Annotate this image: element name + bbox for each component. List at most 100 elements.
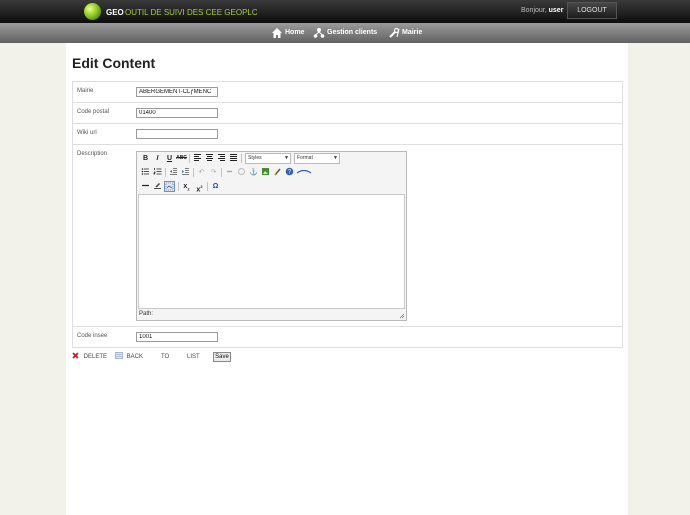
toolbar-divider <box>241 154 242 163</box>
html-source-button[interactable] <box>296 167 312 178</box>
toolbar-divider <box>165 168 166 177</box>
tools-icon <box>389 27 400 38</box>
horizontal-rule-icon <box>142 184 149 187</box>
delete-label: DELETE <box>83 354 108 360</box>
save-button[interactable]: Save <box>213 352 231 362</box>
code-insee-label: Code insee <box>77 333 108 339</box>
editor-toolbar-row-3: x2 x2 Ω <box>138 181 406 194</box>
toolbar-divider <box>189 154 190 163</box>
help-icon: ? <box>285 167 294 176</box>
page-title: Edit Content <box>72 55 156 71</box>
dropdown-arrow-icon: ▼ <box>284 155 289 161</box>
logout-button[interactable]: LOGOUT <box>567 2 617 19</box>
greeting-prefix: Bonjour, <box>521 7 547 14</box>
back-to-list-link[interactable]: BACK <box>115 352 143 362</box>
image-icon <box>262 168 269 175</box>
editor-content-area[interactable] <box>138 194 405 309</box>
top-header: GEO OUTIL DE SUIVI DES CEE GEOPLC Bonjou… <box>0 0 690 23</box>
home-icon <box>272 28 282 38</box>
code-insee-input[interactable] <box>136 332 218 342</box>
align-left-icon <box>194 154 201 161</box>
link-icon <box>227 170 232 173</box>
list-label: LIST <box>187 354 200 360</box>
nav-label-mairie: Mairie <box>402 29 423 36</box>
main-nav: Home Gestion clients Mairie <box>0 23 690 43</box>
align-center-button[interactable] <box>204 153 215 164</box>
align-right-button[interactable] <box>216 153 227 164</box>
undo-button[interactable]: ↶ <box>196 167 207 178</box>
italic-button[interactable]: I <box>152 153 163 164</box>
unlink-button[interactable] <box>236 167 247 178</box>
format-select-label: Format <box>297 155 313 161</box>
back-label: BACK <box>126 354 144 360</box>
bullet-list-icon <box>141 168 149 175</box>
edit-form: Mairie Code postal Wiki url Description … <box>72 81 623 348</box>
logo-icon <box>84 3 101 20</box>
horizontal-rule-button[interactable] <box>140 181 151 192</box>
indent-icon <box>182 168 189 175</box>
anchor-icon: ⚓ <box>249 169 258 176</box>
brand-name: GEO <box>106 8 124 17</box>
code-postal-input[interactable] <box>136 108 218 118</box>
strikethrough-button[interactable]: ABC <box>176 153 187 164</box>
editor-path-label: Path: <box>139 311 154 317</box>
html-source-icon <box>296 169 312 174</box>
visual-aid-icon <box>165 182 174 191</box>
redo-button[interactable]: ↷ <box>208 167 219 178</box>
subscript-button[interactable]: x2 <box>181 181 192 192</box>
remove-format-button[interactable] <box>152 181 163 192</box>
numbered-list-button[interactable] <box>152 167 163 178</box>
bold-button[interactable]: B <box>140 153 151 164</box>
help-button[interactable]: ? <box>284 167 295 178</box>
rich-text-editor: B I U ABC Styles ▼ Format ▼ ↶ ↷ ⚓ ? x2 x… <box>136 151 407 321</box>
link-button[interactable] <box>224 167 235 178</box>
outdent-icon <box>170 168 177 175</box>
resize-handle-icon[interactable] <box>399 313 405 319</box>
form-row-mairie: Mairie <box>73 82 622 103</box>
editor-toolbar-row-1: B I U ABC Styles ▼ Format ▼ <box>138 153 406 166</box>
align-justify-icon <box>230 154 237 161</box>
toolbar-divider <box>193 168 194 177</box>
outdent-button[interactable] <box>168 167 179 178</box>
brush-icon <box>274 168 281 176</box>
delete-icon <box>72 352 79 359</box>
code-postal-label: Code postal <box>77 109 110 115</box>
unlink-icon <box>238 168 245 175</box>
align-center-icon <box>206 154 213 161</box>
styles-select[interactable]: Styles ▼ <box>245 153 291 164</box>
form-row-code-insee: Code insee <box>73 327 622 347</box>
wiki-url-label: Wiki url <box>77 130 97 136</box>
nav-label-gestion-clients: Gestion clients <box>327 29 378 36</box>
format-select[interactable]: Format ▼ <box>294 153 340 164</box>
justify-button[interactable] <box>228 153 239 164</box>
form-row-description: Description B I U ABC Styles ▼ Format ▼ … <box>73 145 622 327</box>
users-icon <box>313 28 325 38</box>
numbered-list-icon <box>153 168 162 175</box>
omega-icon: Ω <box>212 183 219 190</box>
form-row-code-postal: Code postal <box>73 103 622 124</box>
form-row-wiki-url: Wiki url <box>73 124 622 145</box>
mairie-label: Mairie <box>77 88 94 94</box>
toolbar-divider <box>207 182 208 191</box>
underline-button[interactable]: U <box>164 153 175 164</box>
visual-aid-button[interactable] <box>164 181 175 192</box>
indent-button[interactable] <box>180 167 191 178</box>
special-char-button[interactable]: Ω <box>210 181 221 192</box>
toolbar-divider <box>221 168 222 177</box>
wiki-url-input[interactable] <box>136 129 218 139</box>
eraser-icon <box>154 182 161 189</box>
user-greeting: Bonjour, user <box>521 7 563 14</box>
align-left-button[interactable] <box>192 153 203 164</box>
bullet-list-button[interactable] <box>140 167 151 178</box>
styles-select-label: Styles <box>248 155 262 161</box>
align-right-icon <box>218 154 225 161</box>
to-label: TO <box>161 354 170 360</box>
cleanup-button[interactable] <box>272 167 283 178</box>
superscript-button[interactable]: x2 <box>194 181 205 193</box>
list-icon <box>115 352 123 359</box>
delete-link[interactable]: DELETE <box>72 352 107 362</box>
toolbar-divider <box>178 182 179 191</box>
mairie-input[interactable] <box>136 87 218 97</box>
anchor-button[interactable]: ⚓ <box>248 167 259 178</box>
image-button[interactable] <box>260 167 271 178</box>
